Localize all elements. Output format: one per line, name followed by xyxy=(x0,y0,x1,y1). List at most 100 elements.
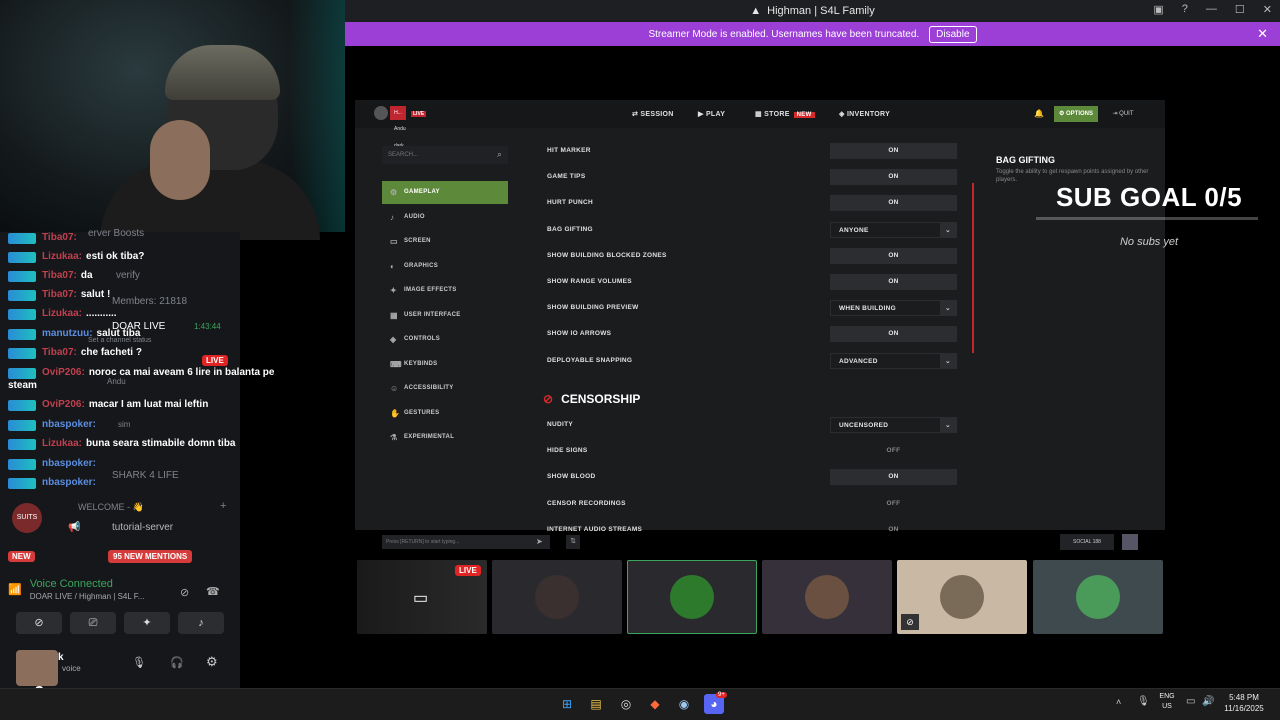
display-icon[interactable]: ▭ xyxy=(1186,696,1195,707)
tray-mic-icon[interactable]: 🎙 xyxy=(1137,696,1150,707)
stream-tile-user-5[interactable] xyxy=(1033,560,1163,634)
tray-chevron-icon[interactable]: ˄ xyxy=(1116,697,1121,707)
tutorial-channel[interactable]: tutorial-server xyxy=(112,522,173,533)
stream-tile-user-2[interactable] xyxy=(627,560,757,634)
notification-bell-icon[interactable]: 🔔 xyxy=(1031,106,1047,122)
chat-expand-icon[interactable]: ⇅ xyxy=(566,535,580,549)
activities-button[interactable]: ✦ xyxy=(124,612,170,634)
social-avatar[interactable] xyxy=(1122,534,1138,550)
noise-suppression-icon[interactable]: ⊘ xyxy=(180,586,189,599)
nav-inventory[interactable]: ◈ INVENTORY xyxy=(839,110,890,118)
category-graphics[interactable]: ◐ GRAPHICS xyxy=(382,255,508,278)
close-icon[interactable]: ✕ xyxy=(1263,3,1272,16)
setting-dropdown[interactable]: ADVANCED ⌄ xyxy=(830,352,957,369)
category-audio[interactable]: ♪ AUDIO xyxy=(382,206,508,229)
settings-search-input[interactable]: SEARCH... ⌕ xyxy=(382,146,508,164)
party-member-h[interactable]: H... xyxy=(390,106,406,120)
chat-username[interactable]: Tiba07: xyxy=(42,347,77,358)
party-member-andu[interactable]: Andu xyxy=(394,126,406,132)
add-channel-icon[interactable]: + xyxy=(220,500,226,512)
maximize-icon[interactable]: ☐ xyxy=(1235,3,1245,16)
brave-browser-icon[interactable]: ◆ xyxy=(645,694,665,714)
setting-toggle[interactable]: ON xyxy=(830,143,957,159)
category-user-interface[interactable]: ▦ USER INTERFACE xyxy=(382,304,508,327)
channel-status[interactable]: Set a channel status xyxy=(88,337,151,344)
chat-username[interactable]: Lizukaa: xyxy=(42,438,82,449)
category-gameplay[interactable]: ⚙ GAMEPLAY xyxy=(382,181,508,204)
nav-play[interactable]: ▶ PLAY xyxy=(698,110,725,118)
new-mentions-button[interactable]: 95 NEW MENTIONS xyxy=(108,550,193,563)
setting-dropdown[interactable]: WHEN BUILDING ⌄ xyxy=(830,300,957,317)
category-keybinds[interactable]: ⌨ KEYBINDS xyxy=(382,353,508,376)
setting-toggle[interactable]: OFF xyxy=(830,443,957,459)
server-icon-suits[interactable]: SUITS xyxy=(12,503,42,533)
minimize-icon[interactable]: — xyxy=(1206,3,1217,16)
stream-tile-user-3[interactable] xyxy=(762,560,892,634)
setting-toggle[interactable]: ON xyxy=(830,469,957,486)
chat-username[interactable]: Tiba07: xyxy=(42,232,77,243)
share-screen-button[interactable]: ⎚ xyxy=(70,612,116,634)
obs-icon[interactable]: ◎ xyxy=(616,694,636,714)
settings-scrollbar[interactable] xyxy=(972,183,974,353)
chat-username[interactable]: Tiba07: xyxy=(42,289,77,300)
volume-icon[interactable]: 🔊 xyxy=(1202,696,1214,707)
quit-button[interactable]: ⇥ QUIT xyxy=(1106,106,1140,122)
settings-gear-icon[interactable]: ⚙ xyxy=(206,654,218,670)
chat-username[interactable]: nbaspoker: xyxy=(42,419,96,430)
options-button[interactable]: ⚙ OPTIONS xyxy=(1054,106,1098,122)
game-chat-input[interactable]: Press [RETURN] to start typing... xyxy=(382,535,550,549)
headset-icon[interactable]: 🎧 xyxy=(170,656,184,669)
voice-user-andu[interactable]: Andu xyxy=(107,377,126,386)
setting-toggle[interactable]: ON xyxy=(830,522,957,538)
social-button[interactable]: SOCIAL 188 xyxy=(1060,534,1114,550)
file-explorer-icon[interactable]: ▤ xyxy=(586,694,606,714)
start-menu-icon[interactable]: ⊞ xyxy=(557,694,577,714)
category-gestures[interactable]: ✋ GESTURES xyxy=(382,402,508,425)
banner-close-icon[interactable]: ✕ xyxy=(1257,26,1268,42)
chat-username[interactable]: nbaspoker: xyxy=(42,458,96,469)
voice-user-shark[interactable]: SHARK 4 LIFE xyxy=(112,470,179,481)
setting-dropdown[interactable]: ANYONE ⌄ xyxy=(830,221,957,238)
nav-store[interactable]: ▦ STORE NEW xyxy=(755,110,815,118)
steam-icon[interactable]: ◉ xyxy=(674,694,694,714)
chat-username[interactable]: Lizukaa: xyxy=(42,308,82,319)
chat-username[interactable]: manutzuu: xyxy=(42,328,93,339)
setting-toggle[interactable]: ON xyxy=(830,247,957,264)
soundboard-button[interactable]: ♪ xyxy=(178,612,224,634)
help-icon[interactable]: ? xyxy=(1182,3,1188,16)
setting-toggle[interactable]: ON xyxy=(830,195,957,212)
setting-toggle[interactable]: ON xyxy=(830,169,957,186)
stream-tile-user-1[interactable] xyxy=(492,560,622,634)
setting-toggle[interactable]: ON xyxy=(830,274,957,290)
category-image-effects[interactable]: ✦ IMAGE EFFECTS xyxy=(382,279,508,302)
welcome-category[interactable]: WELCOME - 👋 xyxy=(78,502,144,513)
category-experimental[interactable]: ⚗ EXPERIMENTAL xyxy=(382,426,508,449)
setting-dropdown[interactable]: UNCENSORED ⌄ xyxy=(830,417,957,433)
language-indicator[interactable]: ENG US xyxy=(1156,692,1178,712)
stream-tile-screen[interactable]: ▭ LIVE xyxy=(357,560,487,634)
taskbar-clock[interactable]: 5:48 PM 11/16/2025 xyxy=(1218,692,1270,714)
category-accessibility[interactable]: ☺ ACCESSIBILITY xyxy=(382,377,508,400)
setting-toggle[interactable]: OFF xyxy=(830,496,957,512)
chat-username[interactable]: nbaspoker: xyxy=(42,477,96,488)
avatar[interactable] xyxy=(16,650,58,686)
chat-username[interactable]: Tiba07: xyxy=(42,270,77,281)
inbox-icon[interactable]: ▣ xyxy=(1153,3,1163,16)
party-avatar[interactable] xyxy=(374,106,388,120)
stream-tile-user-4[interactable]: ⊘ xyxy=(897,560,1027,634)
send-chat-icon[interactable]: ➤ xyxy=(536,537,543,546)
setting-toggle[interactable]: ON xyxy=(830,326,957,343)
disable-streamer-button[interactable]: Disable xyxy=(929,25,977,43)
verify-channel[interactable]: verify xyxy=(116,270,140,281)
chat-username[interactable]: Lizukaa: xyxy=(42,251,82,262)
chat-username[interactable]: OviP206: xyxy=(42,399,85,410)
camera-off-button[interactable]: ⊘ xyxy=(16,612,62,634)
category-controls[interactable]: ◈ CONTROLS xyxy=(382,328,508,351)
disconnect-icon[interactable]: ☎ xyxy=(206,585,220,598)
chat-username[interactable]: OviP206: xyxy=(42,367,85,378)
voice-channel-name[interactable]: DOAR LIVE xyxy=(112,321,165,332)
nav-session[interactable]: ⇄ SESSION xyxy=(632,110,674,118)
microphone-icon[interactable]: 🎙 xyxy=(132,656,146,669)
voice-user-sim[interactable]: sim xyxy=(118,420,130,429)
category-screen[interactable]: ▭ SCREEN xyxy=(382,230,508,253)
